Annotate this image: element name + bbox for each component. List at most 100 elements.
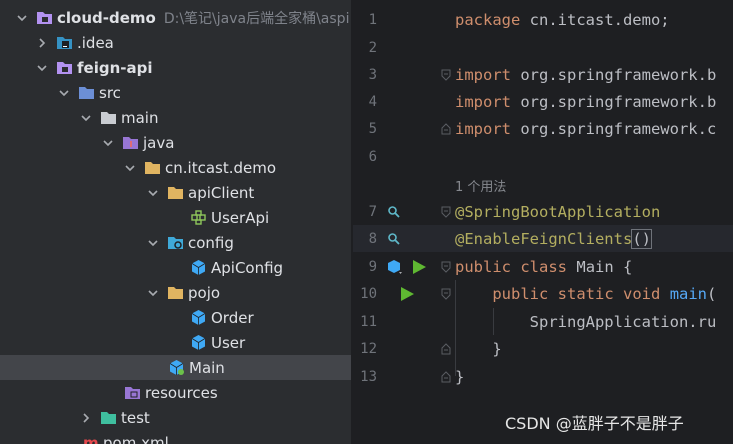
- bean-search-icon[interactable]: [387, 205, 401, 219]
- tree-item-cn-itcast-demo[interactable]: cn.itcast.demo: [0, 155, 351, 180]
- line-number: 5: [368, 120, 377, 137]
- code-line-11[interactable]: 11 SpringApplication.ru: [353, 308, 733, 335]
- tree-item-main-class[interactable]: Main: [0, 355, 351, 380]
- tree-item-config[interactable]: config: [0, 230, 351, 255]
- tree-item-label: pom.xml: [103, 433, 169, 444]
- module-folder-icon: [36, 9, 53, 26]
- code-line-6[interactable]: 6: [353, 143, 733, 170]
- code-editor[interactable]: 1 package cn.itcast.demo; 2 3 import org…: [353, 0, 733, 444]
- code-rest: org.springframework.b: [511, 65, 717, 84]
- package-icon: [144, 159, 161, 176]
- code-rest: org.springframework.c: [511, 119, 717, 138]
- tree-item-pom-xml[interactable]: m pom.xml: [0, 430, 351, 444]
- keyword: import: [455, 92, 511, 111]
- chevron-right-icon[interactable]: [78, 410, 94, 426]
- indent-guide: [493, 308, 494, 335]
- tree-item-userapi[interactable]: UserApi: [0, 205, 351, 230]
- chevron-down-icon[interactable]: [145, 235, 161, 251]
- tree-item-test[interactable]: test: [0, 405, 351, 430]
- fold-marker-icon[interactable]: [441, 288, 451, 300]
- code-text: import org.springframework.b: [455, 93, 716, 111]
- line-number: 1: [368, 11, 377, 28]
- tree-item-user[interactable]: User: [0, 330, 351, 355]
- chevron-down-icon[interactable]: [122, 160, 138, 176]
- run-icon[interactable]: [399, 286, 415, 302]
- spring-bean-icon[interactable]: [387, 259, 405, 275]
- tree-item-apiconfig[interactable]: ApiConfig: [0, 255, 351, 280]
- code-line-13[interactable]: 13 }: [353, 363, 733, 390]
- chevron-down-icon[interactable]: [56, 85, 72, 101]
- tree-item-java[interactable]: java: [0, 130, 351, 155]
- line-number: 3: [368, 66, 377, 83]
- code-line-3[interactable]: 3 import org.springframework.b: [353, 61, 733, 88]
- code-rest: (): [631, 228, 652, 249]
- package-icon: [167, 284, 184, 301]
- tree-item-resources[interactable]: resources: [0, 380, 351, 405]
- fold-marker-icon[interactable]: [441, 123, 451, 135]
- chevron-down-icon[interactable]: [145, 285, 161, 301]
- code-line-8[interactable]: 8 @EnableFeignClients(): [353, 225, 733, 252]
- code-line-10[interactable]: 10 public static void main(: [353, 280, 733, 307]
- fold-marker-icon[interactable]: [441, 371, 451, 383]
- code-text: SpringApplication.ru: [455, 313, 717, 331]
- class-name: Main: [576, 257, 614, 276]
- keyword: import: [455, 119, 511, 138]
- chevron-down-icon[interactable]: [34, 60, 50, 76]
- annotation: @EnableFeignClients: [455, 229, 633, 248]
- feign-interface-icon: [190, 209, 207, 226]
- code-rest: }: [492, 339, 502, 358]
- code-line-1[interactable]: 1 package cn.itcast.demo;: [353, 6, 733, 33]
- tree-item-apiclient[interactable]: apiClient: [0, 180, 351, 205]
- project-tree-panel: cloud-demo D:\笔记\java后端全家桶\aspi .idea fe…: [0, 0, 351, 444]
- tree-item-order[interactable]: Order: [0, 305, 351, 330]
- tree-item-label: .idea: [77, 33, 114, 52]
- keyword: package: [455, 10, 521, 29]
- bean-search-icon[interactable]: [387, 232, 401, 246]
- line-number: 9: [368, 258, 377, 275]
- tree-item-src[interactable]: src: [0, 80, 351, 105]
- usages-hint[interactable]: 1 个用法: [455, 176, 506, 195]
- watermark: CSDN @蓝胖子不是胖子: [505, 414, 684, 433]
- tree-item-main[interactable]: main: [0, 105, 351, 130]
- tree-item-label: Order: [211, 308, 254, 327]
- code-text: @SpringBootApplication: [455, 203, 660, 221]
- code-line-9[interactable]: 9 public class Main {: [353, 253, 733, 280]
- chevron-right-icon[interactable]: [34, 35, 50, 51]
- code-text: import org.springframework.b: [455, 66, 716, 84]
- code-rest: (: [707, 284, 717, 303]
- code-rest: org.springframework.b: [511, 92, 717, 111]
- tree-item-label: UserApi: [211, 208, 270, 227]
- svg-text:m: m: [83, 434, 99, 444]
- code-line-4[interactable]: 4 import org.springframework.b: [353, 88, 733, 115]
- chevron-down-icon[interactable]: [14, 10, 30, 26]
- code-rest: }: [455, 367, 465, 386]
- code-text: public static void main(: [455, 285, 716, 303]
- tree-item-feign-api[interactable]: feign-api: [0, 55, 351, 80]
- fold-marker-icon[interactable]: [441, 261, 451, 273]
- fold-marker-icon[interactable]: [441, 206, 451, 218]
- chevron-down-icon[interactable]: [145, 185, 161, 201]
- code-text: import org.springframework.c: [455, 120, 716, 138]
- tree-item-label: config: [188, 233, 234, 252]
- code-text: package cn.itcast.demo;: [455, 11, 670, 29]
- line-number: 12: [360, 340, 377, 357]
- tree-item-label: feign-api: [77, 58, 153, 77]
- run-icon[interactable]: [411, 259, 427, 275]
- code-line-12[interactable]: 12 }: [353, 335, 733, 362]
- class-icon: [190, 334, 207, 351]
- config-package-icon: [167, 234, 184, 251]
- tree-item-pojo[interactable]: pojo: [0, 280, 351, 305]
- code-line-2[interactable]: 2: [353, 34, 733, 61]
- code-line-7[interactable]: 7 @SpringBootApplication: [353, 198, 733, 225]
- chevron-down-icon[interactable]: [100, 135, 116, 151]
- tree-item-idea[interactable]: .idea: [0, 30, 351, 55]
- tree-item-cloud-demo[interactable]: cloud-demo D:\笔记\java后端全家桶\aspi: [0, 5, 351, 30]
- chevron-down-icon[interactable]: [78, 110, 94, 126]
- line-number: 11: [360, 313, 377, 330]
- fold-marker-icon[interactable]: [441, 343, 451, 355]
- code-line-5[interactable]: 5 import org.springframework.c: [353, 115, 733, 142]
- fold-marker-icon[interactable]: [441, 69, 451, 81]
- test-folder-icon: [100, 409, 117, 426]
- class-icon: [190, 259, 207, 276]
- tree-item-label: ApiConfig: [211, 258, 284, 277]
